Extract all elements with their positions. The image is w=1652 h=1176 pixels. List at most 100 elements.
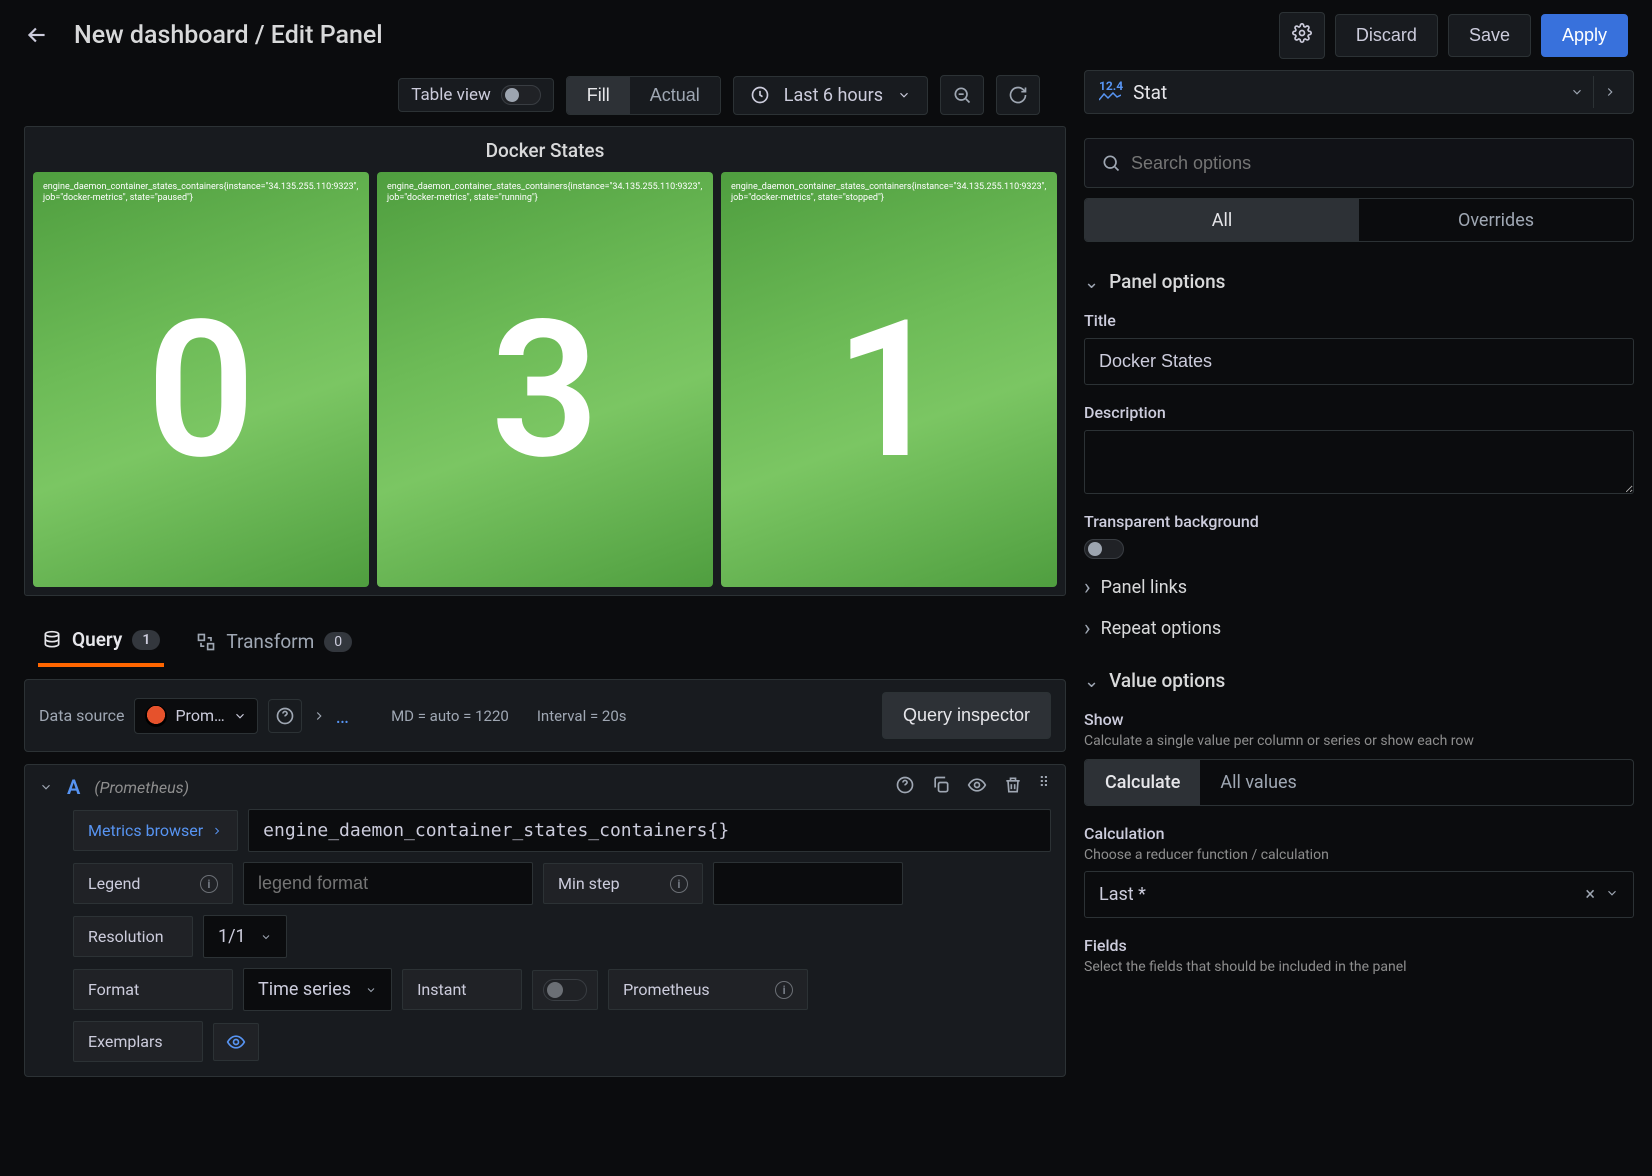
show-mode-toggle: Calculate All values [1084, 759, 1634, 806]
stat-legend: engine_daemon_container_states_container… [387, 182, 703, 205]
stat-legend: engine_daemon_container_states_container… [731, 182, 1047, 205]
time-range-picker[interactable]: Last 6 hours [733, 76, 928, 115]
description-input[interactable] [1084, 430, 1634, 494]
instant-label: Instant [402, 969, 522, 1010]
tab-query[interactable]: Query 1 [38, 620, 164, 667]
fill-actual-toggle: Fill Actual [566, 76, 721, 115]
query-help-icon[interactable] [895, 775, 915, 799]
exemplars-label: Exemplars [73, 1021, 203, 1062]
actual-btn[interactable]: Actual [630, 77, 720, 114]
table-view-switch[interactable] [501, 85, 541, 105]
repeat-options-header[interactable]: Repeat options [1084, 616, 1634, 641]
instant-toggle-wrap [532, 970, 598, 1010]
query-options-menu[interactable]: … [336, 704, 351, 728]
legend-label: Legend i [73, 863, 233, 904]
chevron-down-icon [897, 88, 911, 102]
clock-icon [750, 85, 770, 105]
prometheus-logo-icon [145, 705, 167, 727]
zoom-out-button[interactable] [940, 75, 984, 115]
time-range-label: Last 6 hours [784, 85, 883, 106]
zoom-out-icon [952, 85, 972, 105]
viz-type-label: Stat [1133, 81, 1167, 104]
database-icon [42, 630, 62, 650]
query-inspector-button[interactable]: Query inspector [882, 692, 1051, 739]
section-panel-options[interactable]: Panel options [1084, 270, 1634, 293]
panel-settings-button[interactable] [1279, 12, 1325, 59]
refresh-icon [1008, 85, 1028, 105]
query-editor: A (Prometheus) ⠿ Metrics browser [24, 764, 1066, 1077]
info-icon[interactable]: i [200, 875, 218, 893]
save-button[interactable]: Save [1448, 14, 1531, 57]
exemplars-toggle[interactable] [213, 1023, 259, 1061]
viz-type-next[interactable] [1593, 76, 1625, 108]
chevron-down-icon [260, 931, 272, 943]
stat-value: 3 [387, 205, 703, 578]
stat-value: 1 [731, 205, 1047, 578]
chevron-down-icon[interactable] [1605, 884, 1619, 905]
clear-icon[interactable]: × [1585, 884, 1595, 905]
calculation-label: Calculation [1084, 824, 1634, 843]
tab-query-label: Query [72, 628, 122, 651]
tab-overrides[interactable]: Overrides [1359, 199, 1633, 241]
instant-toggle[interactable] [543, 979, 587, 1001]
viz-type-dropdown[interactable] [1561, 76, 1593, 108]
drag-handle-icon[interactable]: ⠿ [1039, 775, 1051, 799]
tab-all[interactable]: All [1085, 199, 1359, 241]
minstep-input[interactable] [713, 862, 903, 905]
show-calculate-btn[interactable]: Calculate [1085, 760, 1200, 805]
discard-button[interactable]: Discard [1335, 14, 1438, 57]
options-search-input[interactable] [1131, 153, 1617, 174]
format-label: Format [73, 969, 233, 1010]
stat-value: 0 [43, 205, 359, 578]
tab-transform[interactable]: Transform 0 [192, 622, 356, 665]
back-arrow-icon[interactable] [24, 22, 50, 48]
viz-type-picker[interactable]: 12.4 Stat [1084, 70, 1634, 114]
hide-query-icon[interactable] [967, 775, 987, 799]
datasource-name: Prom… [175, 706, 224, 725]
apply-button[interactable]: Apply [1541, 14, 1628, 57]
search-icon [1101, 153, 1121, 173]
resolution-select[interactable]: 1/1 [203, 915, 287, 958]
show-allvalues-btn[interactable]: All values [1200, 760, 1316, 805]
calculation-help: Choose a reducer function / calculation [1084, 847, 1634, 863]
section-value-options[interactable]: Value options [1084, 669, 1634, 692]
datasource-picker[interactable]: Prom… [134, 698, 257, 734]
page-title: New dashboard / Edit Panel [74, 21, 383, 50]
chevron-down-icon[interactable] [39, 780, 53, 794]
delete-query-icon[interactable] [1003, 775, 1023, 799]
transparent-toggle[interactable] [1084, 539, 1124, 559]
panel-preview: Docker States engine_daemon_container_st… [24, 126, 1066, 596]
metrics-browser-button[interactable]: Metrics browser [73, 810, 238, 851]
datasource-help-button[interactable] [268, 699, 302, 733]
calculation-select[interactable]: Last * × [1084, 871, 1634, 918]
metric-expression-input[interactable] [248, 809, 1051, 852]
stat-card: engine_daemon_container_states_container… [721, 172, 1057, 587]
refresh-button[interactable] [996, 75, 1040, 115]
chevron-down-icon [1084, 270, 1099, 293]
md-info: MD = auto = 1220 [391, 707, 509, 725]
minstep-label: Min step i [543, 863, 703, 904]
options-search[interactable] [1084, 138, 1634, 188]
title-label: Title [1084, 311, 1634, 330]
datasource-label: Data source [39, 706, 124, 725]
stat-card: engine_daemon_container_states_container… [377, 172, 713, 587]
gear-icon [1292, 23, 1312, 43]
table-view-toggle[interactable]: Table view [398, 78, 554, 112]
panel-title: Docker States [33, 139, 1057, 162]
duplicate-query-icon[interactable] [931, 775, 951, 799]
info-icon[interactable]: i [775, 981, 793, 999]
title-input[interactable] [1084, 338, 1634, 385]
info-icon[interactable]: i [670, 875, 688, 893]
legend-input[interactable] [243, 862, 533, 905]
chevron-down-icon [233, 709, 247, 723]
fields-label: Fields [1084, 936, 1634, 955]
panel-links-header[interactable]: Panel links [1084, 575, 1634, 600]
help-icon [275, 706, 295, 726]
stat-card: engine_daemon_container_states_container… [33, 172, 369, 587]
fill-btn[interactable]: Fill [567, 77, 630, 114]
query-ref-id: A [67, 775, 80, 799]
tab-transform-label: Transform [226, 630, 314, 653]
format-select[interactable]: Time series [243, 968, 392, 1011]
interval-info: Interval = 20s [537, 707, 627, 725]
show-label: Show [1084, 710, 1634, 729]
